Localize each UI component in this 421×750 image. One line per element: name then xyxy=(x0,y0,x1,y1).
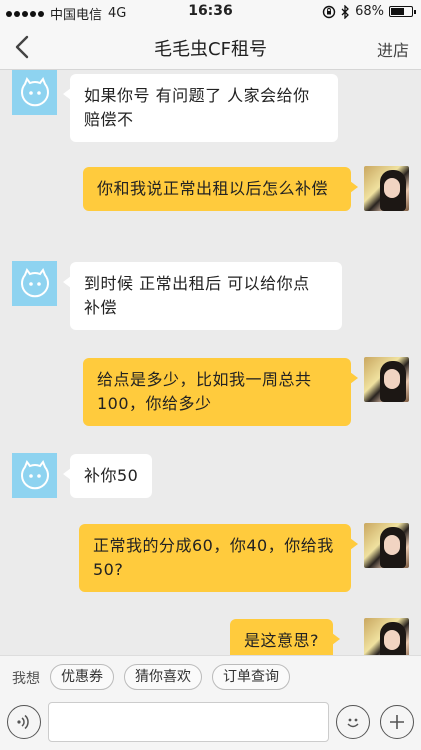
quick-reply-label: 我想 xyxy=(12,671,40,687)
smiley-face-icon xyxy=(20,267,49,297)
shop-avatar[interactable] xyxy=(12,261,57,306)
chip-order-lookup[interactable]: 订单查询 xyxy=(212,664,290,690)
user-avatar[interactable] xyxy=(364,357,409,402)
message-bubble[interactable]: 补你50 xyxy=(62,454,153,498)
bluetooth-icon xyxy=(341,4,350,19)
smiley-face-icon xyxy=(20,76,49,106)
battery-icon xyxy=(389,6,416,17)
emoji-icon[interactable] xyxy=(336,705,370,739)
voice-icon[interactable] xyxy=(7,705,41,739)
chat-area[interactable]: 如果你号 有问题了 人家会给你 赔偿不 你和我说正常出租以后怎么补偿 到时候 正… xyxy=(0,70,421,655)
status-bar: 中国电信 4G 16:36 68% xyxy=(0,0,421,24)
shop-avatar[interactable] xyxy=(12,70,57,115)
plus-icon[interactable] xyxy=(380,705,414,739)
shop-avatar[interactable] xyxy=(12,453,57,498)
battery-percent: 68% xyxy=(355,4,384,19)
page-title: 毛毛虫CF租号 xyxy=(154,39,267,60)
message-bubble[interactable]: 是这意思? xyxy=(230,619,340,655)
quick-reply-bar: 我想 优惠券 猜你喜欢 订单查询 xyxy=(0,655,421,697)
smiley-face-icon xyxy=(20,459,49,489)
message-bubble[interactable]: 给点是多少，比如我一周总共100，你给多少 xyxy=(83,358,358,426)
message-bubble[interactable]: 如果你号 有问题了 人家会给你 赔偿不 xyxy=(63,74,338,142)
rotation-lock-icon xyxy=(322,5,336,18)
user-avatar[interactable] xyxy=(364,166,409,211)
message-bubble[interactable]: 正常我的分成60，你40，你给我50? xyxy=(79,524,358,592)
user-avatar[interactable] xyxy=(364,618,409,655)
chip-guess-you-like[interactable]: 猜你喜欢 xyxy=(124,664,202,690)
user-avatar[interactable] xyxy=(364,523,409,568)
nav-bar: 毛毛虫CF租号 进店 xyxy=(0,24,421,70)
input-bar xyxy=(0,697,421,750)
chip-coupon[interactable]: 优惠券 xyxy=(50,664,114,690)
message-bubble[interactable]: 你和我说正常出租以后怎么补偿 xyxy=(83,167,358,211)
status-right: 68% xyxy=(322,4,416,19)
message-bubble[interactable]: 到时候 正常出租后 可以给你点 补偿 xyxy=(63,262,342,330)
enter-shop-button[interactable]: 进店 xyxy=(377,37,409,61)
message-input[interactable] xyxy=(48,702,329,742)
